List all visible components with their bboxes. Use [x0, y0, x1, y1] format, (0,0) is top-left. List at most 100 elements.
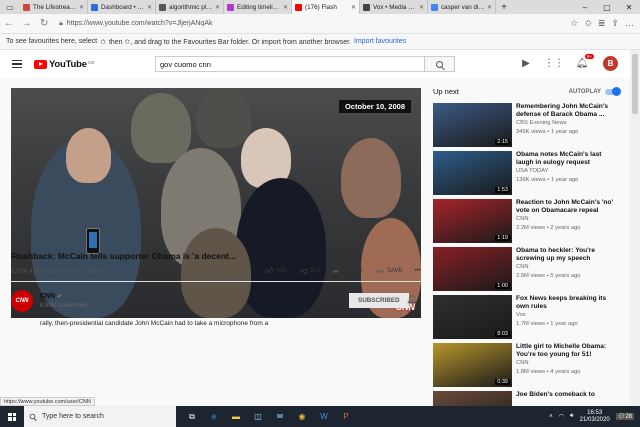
- more-actions-button[interactable]: •••: [415, 268, 421, 274]
- browser-tab[interactable]: The Lifestream of E✕: [20, 0, 88, 14]
- hamburger-menu-icon[interactable]: [12, 59, 22, 69]
- url-field[interactable]: 🔒︎ https://www.youtube.com/watch?v=Jljer…: [59, 17, 570, 31]
- channel-bell-icon[interactable]: 🔔︎: [406, 294, 417, 305]
- refresh-icon[interactable]: ↻: [35, 18, 53, 29]
- volume-icon[interactable]: 🔊︎: [570, 413, 574, 420]
- close-tab-icon[interactable]: ✕: [283, 4, 288, 11]
- import-favourites-link[interactable]: Import favourites: [354, 38, 406, 45]
- apps-grid-icon[interactable]: ⋮⋮: [544, 57, 564, 71]
- menu-dots-icon[interactable]: …: [625, 18, 634, 29]
- up-next-title[interactable]: Obama notes McCain's last laugh in eulog…: [516, 151, 620, 167]
- scrollbar-thumb[interactable]: [632, 54, 638, 114]
- favourite-star-icon[interactable]: ☆: [570, 18, 578, 29]
- browser-tab[interactable]: Editing timeline Alg✕: [224, 0, 292, 14]
- clock[interactable]: 16:53 21/03/2020: [580, 410, 610, 424]
- youtube-header: YouTube GB gov cuomo cnn ▶︎ ⋮⋮ 🔔︎ 9+ B: [0, 50, 630, 78]
- favourites-icon[interactable]: ✩: [584, 18, 592, 29]
- browser-tab[interactable]: Vox • Media Bias/F✕: [360, 0, 428, 14]
- forward-icon[interactable]: →: [18, 18, 36, 29]
- up-next-thumbnail[interactable]: 1:53: [433, 151, 512, 195]
- clock-time: 16:53: [587, 409, 603, 416]
- video-player[interactable]: October 10, 2008 CNN: [11, 88, 421, 318]
- browser-tab[interactable]: (176) Flash ✕: [292, 0, 360, 14]
- close-tab-icon[interactable]: ✕: [147, 4, 152, 11]
- new-tab-button[interactable]: +: [496, 0, 512, 14]
- network-icon[interactable]: ◠: [559, 413, 564, 420]
- notification-count: 9+: [584, 53, 594, 59]
- share-button[interactable]: ➦ SHARE: [332, 267, 362, 276]
- powerpoint-icon[interactable]: P: [338, 409, 354, 425]
- up-next-item[interactable]: 1:53 Obama notes McCain's last laugh in e…: [433, 151, 623, 195]
- up-next-title[interactable]: Joe Biden's comeback to: [516, 391, 620, 399]
- close-tab-icon[interactable]: ✕: [215, 4, 220, 11]
- store-icon[interactable]: ◫: [250, 409, 266, 425]
- start-button[interactable]: [0, 412, 24, 421]
- back-icon[interactable]: ←: [0, 18, 18, 29]
- browser-tab[interactable]: casper van dien - G✕: [428, 0, 496, 14]
- maximize-icon[interactable]: ▢: [596, 0, 618, 14]
- up-next-thumbnail[interactable]: 1:00: [433, 247, 512, 291]
- dislike-button[interactable]: 👎︎ 914: [299, 266, 320, 276]
- subscribe-button[interactable]: SUBSCRIBED: [349, 293, 409, 308]
- up-next-item[interactable]: 0:39 Little girl to Michelle Obama: You'r…: [433, 343, 623, 387]
- up-next-title[interactable]: Reaction to John McCain's 'no' vote on O…: [516, 199, 620, 215]
- share-browser-icon[interactable]: ⇪: [611, 18, 619, 29]
- up-next-channel: USA TODAY: [516, 168, 549, 174]
- taskbar-search-icon: [29, 413, 36, 420]
- up-next-title[interactable]: Little girl to Michelle Obama: You're to…: [516, 343, 620, 359]
- up-next-item[interactable]: 1:19 Reaction to John McCain's 'no' vote …: [433, 199, 623, 243]
- channel-name-row[interactable]: CNN ✔: [40, 293, 62, 300]
- windows-logo-icon: [8, 412, 16, 421]
- edge-icon[interactable]: e: [206, 409, 222, 425]
- share-label: SHARE: [342, 268, 363, 274]
- youtube-logo[interactable]: YouTube GB: [34, 59, 94, 70]
- browser-tab-strip: ▭ The Lifestream of E✕Dashboard • The Li…: [0, 0, 640, 14]
- search-button[interactable]: [425, 56, 455, 72]
- browser-tab[interactable]: algorithmic play – l✕: [156, 0, 224, 14]
- action-center-icon[interactable]: 💬︎28: [615, 413, 634, 420]
- search-icon: [436, 60, 443, 68]
- notifications-bell-icon[interactable]: 🔔︎ 9+: [575, 53, 594, 71]
- up-next-thumbnail[interactable]: 8:03: [433, 295, 512, 339]
- minimize-icon[interactable]: –: [574, 0, 596, 14]
- up-next-title[interactable]: Fox News keeps breaking its own rules: [516, 295, 620, 311]
- word-icon[interactable]: W: [316, 409, 332, 425]
- browser-tab[interactable]: Dashboard • The Li✕: [88, 0, 156, 14]
- close-tab-icon[interactable]: ✕: [351, 4, 356, 11]
- autoplay-toggle[interactable]: [605, 86, 621, 96]
- logo-region: GB: [87, 59, 95, 65]
- up-next-item[interactable]: 2:15 Remembering John McCain's defense of…: [433, 103, 623, 147]
- reading-list-icon[interactable]: ≣: [598, 18, 606, 29]
- account-avatar[interactable]: B: [603, 56, 618, 71]
- close-tab-icon[interactable]: ✕: [419, 4, 424, 11]
- verified-icon: ✔: [57, 294, 63, 300]
- mail-icon[interactable]: ✉: [272, 409, 288, 425]
- up-next-title[interactable]: Remembering John McCain's defense of Bar…: [516, 103, 620, 119]
- up-next-thumbnail[interactable]: 1:19: [433, 199, 512, 243]
- create-video-icon[interactable]: ▶︎: [519, 57, 533, 71]
- duration-badge: 8:03: [495, 331, 510, 337]
- close-window-icon[interactable]: ✕: [618, 0, 640, 14]
- close-tab-icon[interactable]: ✕: [79, 4, 84, 11]
- tab-favicon-icon: [295, 3, 302, 11]
- tab-list-icon[interactable]: ▭: [0, 0, 20, 14]
- channel-avatar[interactable]: CNN: [11, 290, 33, 312]
- dislike-count: 914: [310, 268, 321, 274]
- up-next-item[interactable]: 1:00 Obama to heckler: You're screwing up…: [433, 247, 623, 291]
- duration-badge: 1:19: [495, 235, 510, 241]
- close-tab-icon[interactable]: ✕: [487, 4, 492, 11]
- up-next-item[interactable]: 8:03 Fox News keeps breaking its own rule…: [433, 295, 623, 339]
- search-input[interactable]: gov cuomo cnn: [155, 56, 425, 72]
- like-button[interactable]: 👍︎ 40K: [265, 266, 287, 276]
- file-explorer-icon[interactable]: ▬: [228, 409, 244, 425]
- up-next-title: Up next: [433, 87, 459, 96]
- taskbar-search[interactable]: Type here to search: [24, 406, 176, 427]
- task-view-icon[interactable]: ⧉: [184, 409, 200, 425]
- chrome-icon[interactable]: ◉: [294, 409, 310, 425]
- up-next-thumbnail[interactable]: 2:15: [433, 103, 512, 147]
- up-next-title[interactable]: Obama to heckler: You're screwing up my …: [516, 247, 620, 263]
- tray-chevron-icon[interactable]: ˄: [549, 414, 553, 420]
- up-next-thumbnail[interactable]: 0:39: [433, 343, 512, 387]
- save-button[interactable]: ≡+ SAVE: [375, 267, 403, 276]
- page-scrollbar[interactable]: [630, 50, 640, 406]
